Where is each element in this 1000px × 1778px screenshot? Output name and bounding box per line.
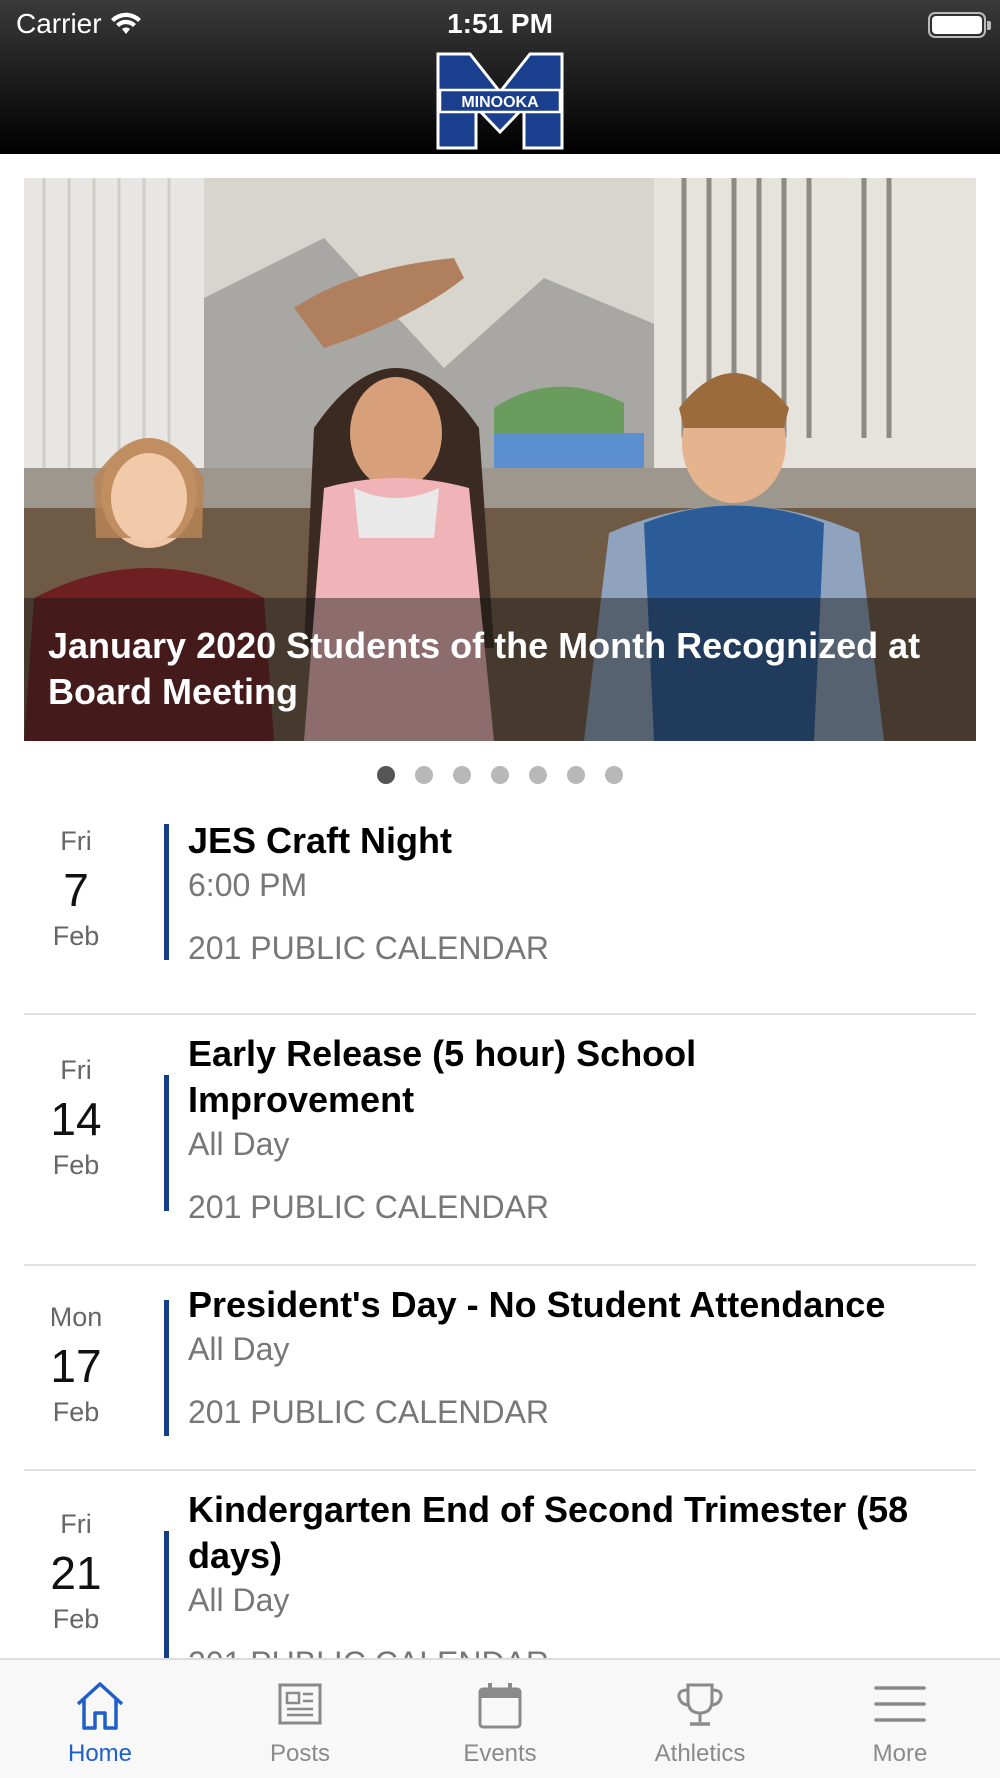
event-details: Kindergarten End of Second Trimester (58… — [188, 1487, 978, 1658]
event-calendar: 201 PUBLIC CALENDAR — [188, 930, 550, 966]
tab-label: Posts — [269, 1740, 331, 1767]
page-dot[interactable] — [415, 766, 433, 784]
event-title: JES Craft Night — [188, 820, 453, 861]
home-icon — [76, 1682, 124, 1730]
tab-label: More — [872, 1740, 928, 1767]
event-date: Fri 14 Feb — [24, 1055, 128, 1181]
tab-posts[interactable]: Posts — [200, 1660, 400, 1778]
event-month: Feb — [52, 1150, 100, 1180]
svg-text:MINOOKA: MINOOKA — [461, 94, 539, 111]
menu-icon — [874, 1686, 926, 1722]
featured-carousel[interactable]: January 2020 Students of the Month Recog… — [24, 178, 976, 741]
event-date: Fri 7 Feb — [24, 826, 128, 952]
featured-headline[interactable]: January 2020 Students of the Month Recog… — [48, 623, 958, 715]
event-title: Kindergarten End of Second Trimester (58… — [188, 1489, 909, 1576]
tab-home[interactable]: Home — [0, 1660, 200, 1778]
event-accent-bar — [164, 1075, 169, 1211]
event-time: All Day — [188, 1582, 290, 1618]
event-details: JES Craft Night 6:00 PM 201 PUBLIC CALEN… — [188, 818, 978, 968]
tab-bar: Home Posts Events Athletics More — [0, 1658, 1000, 1778]
event-calendar: 201 PUBLIC CALENDAR — [188, 1189, 550, 1225]
tab-athletics[interactable]: Athletics — [600, 1660, 800, 1778]
event-accent-bar — [164, 824, 169, 960]
event-time: All Day — [188, 1126, 290, 1162]
app-header: Carrier 1:51 PM MINOOKA — [0, 0, 1000, 154]
tab-label: Athletics — [654, 1740, 746, 1767]
event-row[interactable]: Fri 14 Feb Early Release (5 hour) School… — [0, 1015, 1000, 1266]
event-details: Early Release (5 hour) School Improvemen… — [188, 1031, 978, 1227]
page-dot[interactable] — [491, 766, 509, 784]
page-dot[interactable] — [567, 766, 585, 784]
event-title: Early Release (5 hour) School Improvemen… — [188, 1033, 697, 1120]
event-calendar: 201 PUBLIC CALENDAR — [188, 1394, 550, 1430]
event-month: Feb — [52, 1397, 100, 1427]
event-row[interactable]: Fri 21 Feb Kindergarten End of Second Tr… — [0, 1471, 1000, 1658]
clock: 1:51 PM — [447, 8, 553, 39]
newspaper-icon — [278, 1683, 322, 1725]
event-weekday: Mon — [49, 1302, 103, 1332]
page-dot[interactable] — [453, 766, 471, 784]
battery-icon — [928, 12, 991, 38]
event-month: Feb — [52, 921, 100, 951]
event-weekday: Fri — [60, 1509, 92, 1539]
tab-events[interactable]: Events — [400, 1660, 600, 1778]
event-weekday: Fri — [60, 1055, 92, 1085]
event-accent-bar — [164, 1531, 169, 1658]
event-accent-bar — [164, 1300, 169, 1436]
events-list[interactable]: Fri 7 Feb JES Craft Night 6:00 PM 201 PU… — [0, 810, 1000, 1658]
event-day: 21 — [50, 1547, 102, 1599]
minooka-logo: MINOOKA — [436, 52, 564, 150]
event-time: All Day — [188, 1331, 290, 1367]
event-row[interactable]: Fri 7 Feb JES Craft Night 6:00 PM 201 PU… — [0, 810, 1000, 1015]
status-bar: Carrier 1:51 PM — [0, 0, 1000, 50]
carousel-page-indicator[interactable] — [0, 766, 1000, 784]
event-title: President's Day - No Student Attendance — [188, 1284, 886, 1325]
event-calendar: 201 PUBLIC CALENDAR — [188, 1643, 978, 1658]
tab-label: Home — [67, 1740, 133, 1767]
tab-label: Events — [463, 1740, 537, 1767]
event-date: Mon 17 Feb — [24, 1302, 128, 1428]
event-weekday: Fri — [60, 826, 92, 856]
event-day: 17 — [50, 1340, 102, 1392]
page-dot[interactable] — [529, 766, 547, 784]
event-day: 14 — [50, 1093, 102, 1145]
page-dot[interactable] — [605, 766, 623, 784]
trophy-icon — [677, 1683, 723, 1726]
event-date: Fri 21 Feb — [24, 1509, 128, 1635]
event-day: 7 — [63, 864, 89, 916]
event-month: Feb — [52, 1604, 100, 1634]
tab-more[interactable]: More — [800, 1660, 1000, 1778]
event-time: 6:00 PM — [188, 867, 308, 903]
event-row[interactable]: Mon 17 Feb President's Day - No Student … — [0, 1266, 1000, 1471]
page-dot-active[interactable] — [377, 766, 395, 784]
calendar-icon — [478, 1683, 522, 1729]
event-details: President's Day - No Student Attendance … — [188, 1282, 978, 1432]
